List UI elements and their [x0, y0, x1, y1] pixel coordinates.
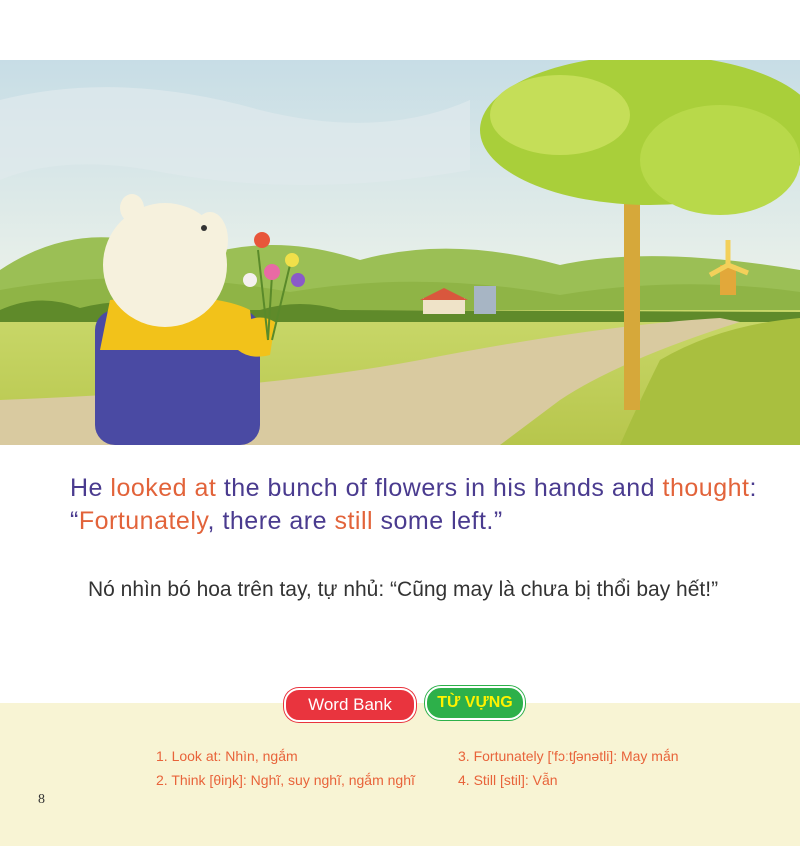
vietnamese-sentence: Nó nhìn bó hoa trên tay, tự nhủ: “Cũng m… — [88, 578, 719, 601]
en-text-he: He — [70, 474, 111, 502]
vocab-item: 1. Look at: Nhìn, ngắm — [156, 748, 298, 764]
story-illustration — [0, 60, 800, 445]
vocab-highlight-look-at: looked at — [110, 474, 217, 502]
vocab-highlight-still: still — [334, 507, 374, 535]
english-sentence: He looked at the bunch of flowers in his… — [70, 472, 770, 538]
vocab-item: 4. Still [stil]: Vẫn — [458, 772, 558, 788]
vocab-highlight-fortunately: Fortunately — [78, 507, 208, 535]
vocab-list-right: 3. Fortunately ['fɔːtʃənətli]: May mắn 4… — [458, 744, 679, 792]
vocab-item: 2. Think [θiŋk]: Nghĩ, suy nghĩ, ngắm ng… — [156, 772, 415, 788]
vocab-item: 3. Fortunately ['fɔːtʃənətli]: May mắn — [458, 748, 679, 764]
vocab-highlight-thought: thought — [662, 474, 750, 502]
word-bank-subtitle: TỪ VỰNG — [425, 686, 525, 720]
word-bank-title: Word Bank — [284, 688, 416, 722]
vocab-list-left: 1. Look at: Nhìn, ngắm 2. Think [θiŋk]: … — [156, 744, 415, 792]
en-text-there-are: , there are — [207, 507, 335, 535]
en-text-end: some left.” — [373, 507, 503, 535]
illustration-canvas — [0, 60, 800, 445]
en-text-middle: the bunch of flowers in his hands and — [216, 474, 663, 502]
page-number: 8 — [38, 792, 45, 807]
